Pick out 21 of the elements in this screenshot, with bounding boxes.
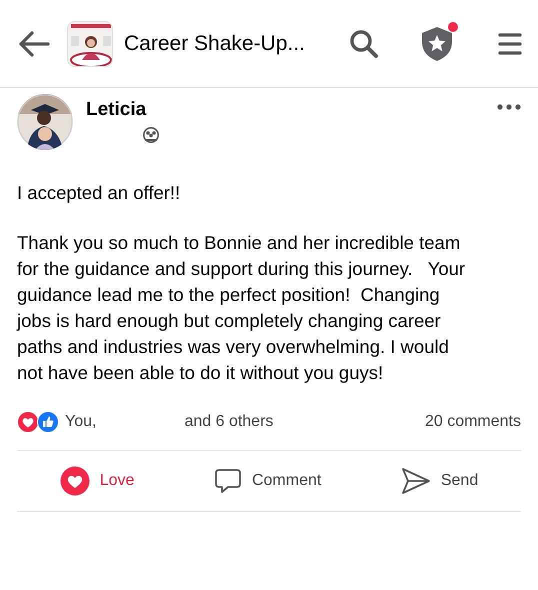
search-icon[interactable] [349,28,379,58]
paper-plane-icon [400,467,431,495]
group-title[interactable]: Career Shake-Up... [124,32,349,56]
reaction-names[interactable]: You, [65,413,96,431]
menu-icon[interactable] [498,32,522,54]
group-members-icon [143,127,159,143]
love-button[interactable]: Love [52,462,142,500]
back-arrow-icon[interactable] [18,30,50,56]
like-reaction-icon [37,411,59,433]
author-name[interactable]: Leticia [86,99,497,121]
more-options-icon[interactable] [497,104,521,110]
send-button[interactable]: Send [392,463,486,499]
love-reaction-icon [17,411,39,433]
post-text: I accepted an offer!! [17,181,182,205]
avatar[interactable] [17,94,73,150]
shield-star-icon[interactable] [421,26,453,62]
post-text: Thank you so much to Bonnie and her incredible team for the guidance and support during this journey. Your guidance lead me to the perfect position! Changing jobs is hard enough but completely changing career paths and industries was very overwhelming. I would not have been able to do it without you guys! [17,231,466,385]
comment-button[interactable]: Comment [206,463,330,499]
comment-count[interactable]: 20 comments [424,413,521,431]
speech-bubble-icon [214,467,242,495]
reaction-count[interactable]: and 6 others [184,413,425,431]
